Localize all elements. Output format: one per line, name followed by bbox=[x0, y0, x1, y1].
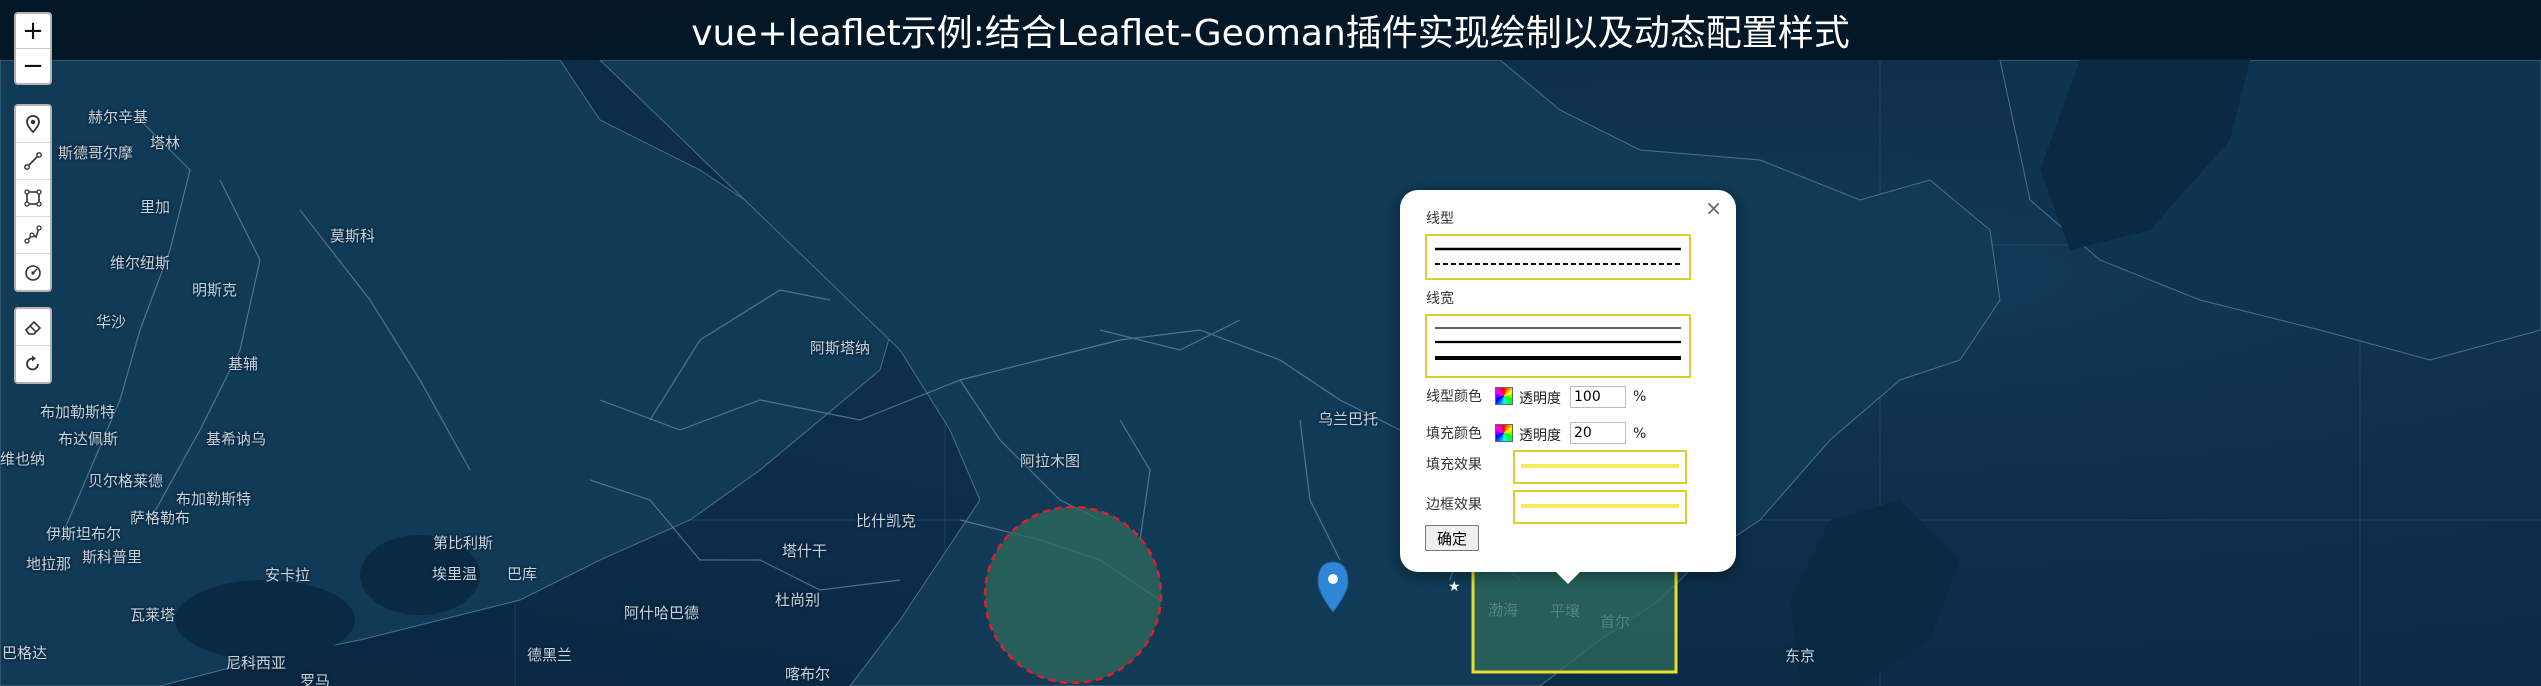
fill-effect-preview[interactable] bbox=[1513, 450, 1687, 484]
fill-opacity-percent: % bbox=[1633, 426, 1647, 442]
confirm-button[interactable]: 确定 bbox=[1425, 525, 1479, 551]
line-opacity-percent: % bbox=[1633, 389, 1647, 405]
style-popup: × 线型 线宽 线型颜色 透明度 % 填充颜色 透明度 % 填充效果 边框效果 … bbox=[1400, 190, 1736, 572]
line-width-options bbox=[1435, 327, 1681, 360]
fill-opacity-label: 透明度 bbox=[1519, 428, 1561, 444]
marker-icon bbox=[26, 115, 40, 134]
draw-polyline-button[interactable] bbox=[16, 142, 50, 179]
line-opacity-label: 透明度 bbox=[1519, 391, 1561, 407]
edit-toolbar bbox=[14, 307, 52, 384]
rotate-layer-button[interactable] bbox=[16, 345, 50, 382]
line-color-label: 线型颜色 bbox=[1426, 389, 1482, 405]
eraser-icon bbox=[24, 320, 42, 335]
border-effect-swatch bbox=[1521, 504, 1679, 508]
remove-layer-button[interactable] bbox=[16, 309, 50, 345]
rectangle-icon bbox=[24, 189, 42, 207]
rotate-icon bbox=[26, 355, 39, 371]
zoom-in-button[interactable]: + bbox=[16, 14, 50, 48]
polyline-icon bbox=[24, 152, 42, 170]
zoom-out-button[interactable]: − bbox=[16, 48, 50, 83]
page-title: vue+leaflet示例:结合Leaflet-Geoman插件实现绘制以及动态… bbox=[691, 13, 1850, 54]
capital-star-icon: ★ bbox=[1448, 579, 1461, 595]
popup-tip bbox=[1552, 568, 1584, 584]
drawn-marker[interactable] bbox=[1317, 561, 1349, 613]
line-color-picker-icon[interactable] bbox=[1495, 387, 1513, 405]
map-canvas[interactable]: 赫尔辛基 塔林 斯德哥尔摩 里加 莫斯科 维尔纽斯 明斯克 华沙 基辅 布加勒斯… bbox=[0, 0, 2541, 686]
polygon-icon bbox=[24, 225, 42, 244]
draw-circle-button[interactable] bbox=[16, 253, 50, 290]
line-opacity-input[interactable] bbox=[1570, 386, 1626, 408]
draw-rectangle-button[interactable] bbox=[16, 179, 50, 216]
line-type-options bbox=[1435, 247, 1681, 265]
line-type-selector[interactable] bbox=[1425, 234, 1691, 280]
fill-color-label: 填充颜色 bbox=[1426, 426, 1482, 442]
drawn-layers: ★ bbox=[983, 505, 1678, 685]
line-type-label: 线型 bbox=[1426, 211, 1454, 227]
line-width-selector[interactable] bbox=[1425, 314, 1691, 378]
title-bar: vue+leaflet示例:结合Leaflet-Geoman插件实现绘制以及动态… bbox=[0, 0, 2541, 60]
fill-effect-swatch bbox=[1521, 464, 1679, 468]
close-icon[interactable]: × bbox=[1705, 196, 1722, 220]
zoom-control: + − bbox=[14, 12, 52, 85]
draw-toolbar bbox=[14, 104, 52, 292]
circle-icon bbox=[25, 265, 41, 281]
line-width-label: 线宽 bbox=[1426, 291, 1454, 307]
fill-color-picker-icon[interactable] bbox=[1495, 424, 1513, 442]
fill-effect-label: 填充效果 bbox=[1426, 457, 1482, 473]
svg-text:★: ★ bbox=[1448, 579, 1461, 595]
fill-opacity-input[interactable] bbox=[1570, 422, 1626, 444]
drawn-circle[interactable] bbox=[983, 505, 1163, 685]
draw-marker-button[interactable] bbox=[16, 106, 50, 142]
border-effect-label: 边框效果 bbox=[1426, 497, 1482, 513]
draw-polygon-button[interactable] bbox=[16, 216, 50, 253]
border-effect-preview[interactable] bbox=[1513, 490, 1687, 524]
